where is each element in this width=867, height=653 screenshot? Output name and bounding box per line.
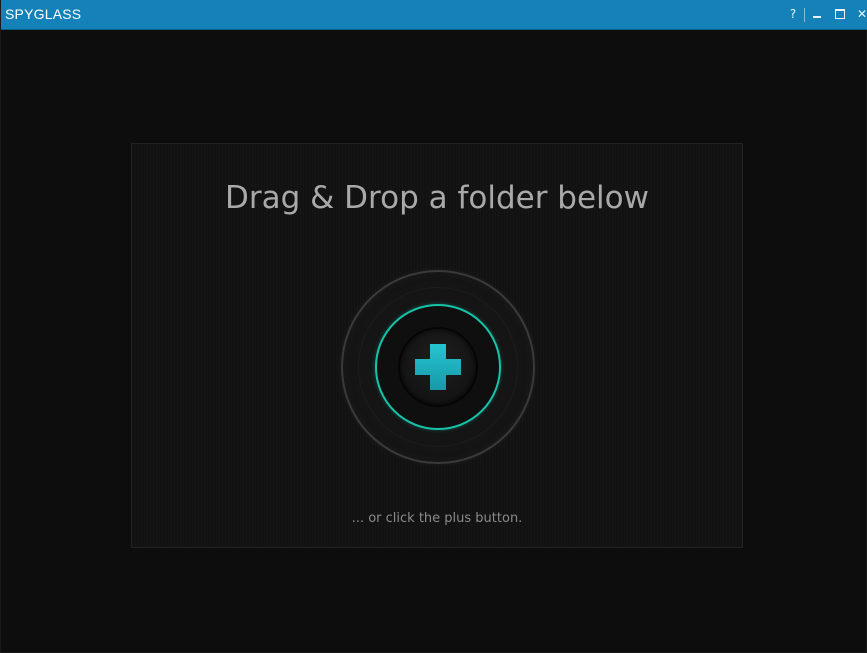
add-folder-button[interactable]	[341, 270, 535, 464]
titlebar-divider	[804, 8, 805, 22]
drop-zone-heading: Drag & Drop a folder below	[225, 180, 649, 216]
folder-drop-zone[interactable]: Drag & Drop a folder below ... or click …	[131, 143, 743, 548]
window-title: SPYGLASS	[5, 6, 82, 22]
drop-zone-hint: ... or click the plus button.	[351, 511, 523, 526]
minimize-button[interactable]	[810, 7, 824, 18]
help-button[interactable]: ?	[786, 7, 800, 21]
plus-icon	[415, 344, 461, 390]
maximize-icon	[835, 9, 845, 19]
title-bar[interactable]: SPYGLASS ? ✕	[1, 0, 867, 30]
minimize-icon	[813, 16, 821, 18]
maximize-button[interactable]	[833, 7, 847, 19]
close-button[interactable]: ✕	[855, 7, 867, 21]
app-window: SPYGLASS ? ✕ Drag & Drop a folder below	[0, 0, 867, 653]
